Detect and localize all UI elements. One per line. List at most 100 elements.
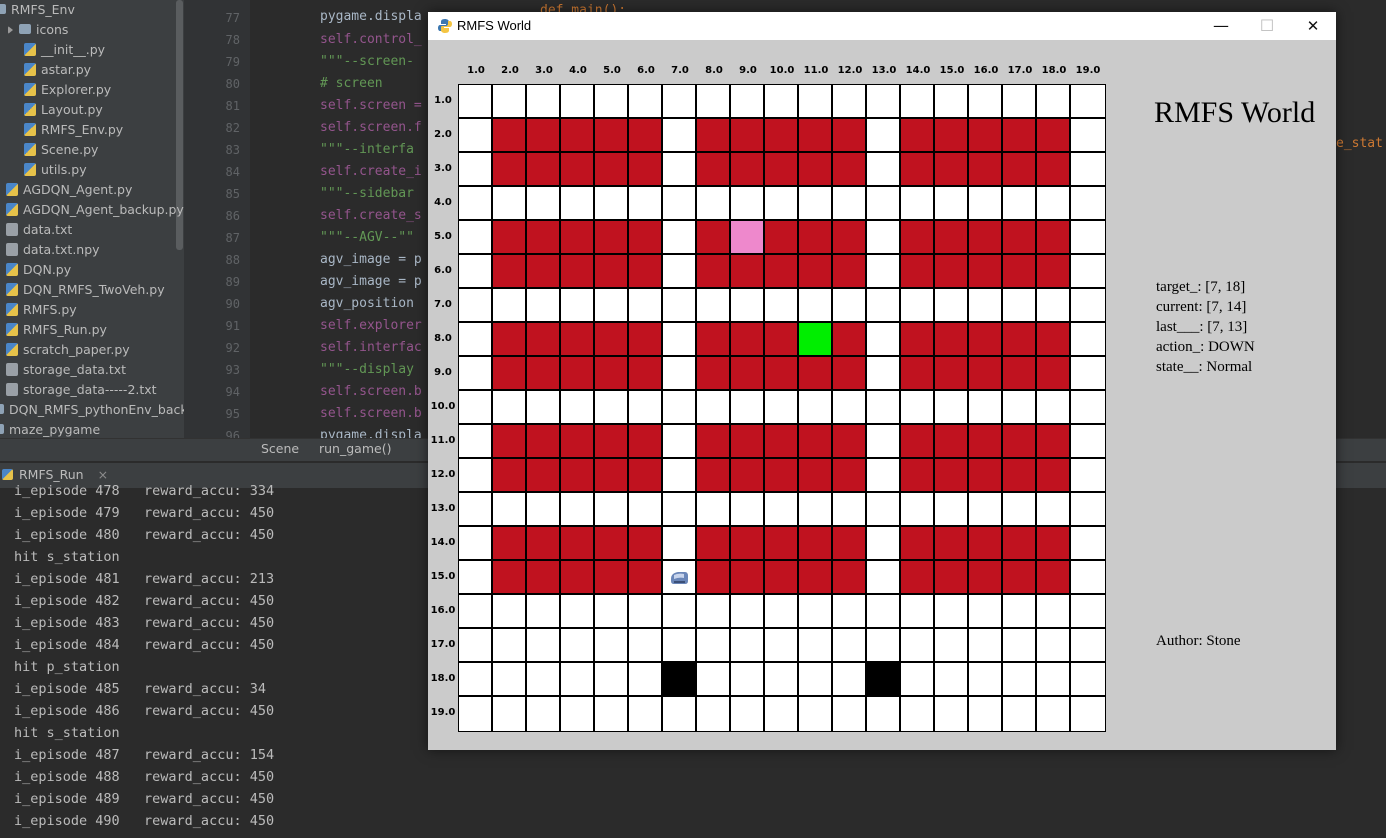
close-button[interactable]: ✕ bbox=[1290, 12, 1336, 40]
tree-item-label: Scene.py bbox=[41, 142, 99, 157]
empty-cell bbox=[629, 663, 663, 697]
empty-cell bbox=[697, 697, 731, 731]
tree-item[interactable]: AGDQN_Agent.py bbox=[6, 180, 132, 200]
shelf-cell bbox=[697, 221, 731, 255]
tree-item[interactable]: storage_data-----2.txt bbox=[6, 380, 157, 400]
empty-cell bbox=[833, 697, 867, 731]
tree-item[interactable]: data.txt.npy bbox=[6, 240, 100, 260]
empty-cell bbox=[1071, 221, 1105, 255]
python-file-icon bbox=[6, 323, 18, 336]
column-label: 6.0 bbox=[637, 65, 655, 76]
empty-cell bbox=[459, 119, 493, 153]
tree-item[interactable]: Layout.py bbox=[24, 100, 103, 120]
shelf-cell bbox=[901, 425, 935, 459]
empty-cell bbox=[629, 493, 663, 527]
empty-cell bbox=[867, 289, 901, 323]
row-label: 19.0 bbox=[430, 707, 456, 718]
code-line: self.screen.b bbox=[320, 384, 422, 399]
tree-item-label: DQN_RMFS_TwoVeh.py bbox=[23, 282, 165, 297]
shelf-cell bbox=[561, 527, 595, 561]
shelf-cell bbox=[629, 221, 663, 255]
shelf-cell bbox=[833, 119, 867, 153]
shelf-cell bbox=[527, 255, 561, 289]
shelf-cell bbox=[1037, 561, 1071, 595]
empty-cell bbox=[1037, 391, 1071, 425]
empty-cell bbox=[459, 493, 493, 527]
tree-item[interactable]: RMFS_Run.py bbox=[6, 320, 107, 340]
tree-item[interactable]: AGDQN_Agent_backup.py bbox=[6, 200, 184, 220]
tree-item[interactable]: RMFS.py bbox=[6, 300, 77, 320]
pygame-window[interactable]: RMFS World — ☐ ✕ 1.0 2.0 3.0 4.0 5.0 6.0 7.0 8.… bbox=[428, 12, 1336, 750]
window-title: RMFS World bbox=[457, 18, 532, 33]
column-label: 9.0 bbox=[739, 65, 757, 76]
breadcrumb-item-scene[interactable]: Scene bbox=[261, 438, 299, 460]
game-canvas[interactable]: 1.0 2.0 3.0 4.0 5.0 6.0 7.0 8.0 9.0 10.0 11.0 12.0 1… bbox=[428, 40, 1336, 750]
shelf-cell bbox=[697, 561, 731, 595]
empty-cell bbox=[1071, 153, 1105, 187]
shelf-cell bbox=[493, 425, 527, 459]
empty-cell bbox=[901, 663, 935, 697]
empty-cell bbox=[901, 391, 935, 425]
shelf-cell bbox=[833, 459, 867, 493]
tree-item[interactable]: Explorer.py bbox=[24, 80, 111, 100]
empty-cell bbox=[833, 391, 867, 425]
shelf-cell bbox=[901, 459, 935, 493]
empty-cell bbox=[833, 663, 867, 697]
window-titlebar[interactable]: RMFS World — ☐ ✕ bbox=[428, 12, 1336, 40]
breadcrumb-item-run-game[interactable]: run_game() bbox=[319, 438, 391, 460]
python-file-icon bbox=[24, 83, 36, 96]
shelf-cell bbox=[969, 459, 1003, 493]
empty-cell bbox=[1037, 595, 1071, 629]
empty-cell bbox=[799, 629, 833, 663]
tree-item[interactable]: Scene.py bbox=[24, 140, 98, 160]
tree-item[interactable]: RMFS_Env bbox=[0, 0, 75, 20]
shelf-cell bbox=[731, 119, 765, 153]
tree-item[interactable]: storage_data.txt bbox=[6, 360, 126, 380]
tree-item[interactable]: icons bbox=[8, 20, 68, 40]
tree-item[interactable]: astar.py bbox=[24, 60, 91, 80]
empty-cell bbox=[663, 289, 697, 323]
shelf-cell bbox=[493, 255, 527, 289]
empty-cell bbox=[697, 493, 731, 527]
tree-item-label: Layout.py bbox=[41, 102, 103, 117]
empty-cell bbox=[595, 595, 629, 629]
maximize-button[interactable]: ☐ bbox=[1244, 12, 1290, 40]
tree-item[interactable]: DQN_RMFS_pythonEnv_backup bbox=[0, 400, 203, 420]
tree-item[interactable]: utils.py bbox=[24, 160, 87, 180]
tree-item[interactable]: scratch_paper.py bbox=[6, 340, 130, 360]
shelf-cell bbox=[527, 153, 561, 187]
empty-cell bbox=[595, 697, 629, 731]
expand-arrow-icon[interactable] bbox=[8, 26, 13, 34]
empty-cell bbox=[867, 255, 901, 289]
empty-cell bbox=[663, 187, 697, 221]
tree-item[interactable]: __init__.py bbox=[24, 40, 105, 60]
shelf-cell bbox=[697, 527, 731, 561]
console-line: i_episode 480 reward_accu: 450 bbox=[14, 527, 275, 543]
console-line: i_episode 482 reward_accu: 450 bbox=[14, 593, 275, 609]
empty-cell bbox=[493, 493, 527, 527]
tree-item[interactable]: data.txt bbox=[6, 220, 72, 240]
info-state: state__: Normal bbox=[1156, 359, 1253, 375]
tree-item[interactable]: DQN.py bbox=[6, 260, 71, 280]
column-label: 10.0 bbox=[769, 65, 795, 76]
empty-cell bbox=[493, 85, 527, 119]
minimize-button[interactable]: — bbox=[1198, 12, 1244, 40]
shelf-cell bbox=[969, 255, 1003, 289]
empty-cell bbox=[527, 697, 561, 731]
tree-item[interactable]: RMFS_Env.py bbox=[24, 120, 123, 140]
empty-cell bbox=[969, 697, 1003, 731]
empty-cell bbox=[629, 391, 663, 425]
tree-item[interactable]: maze_pygame bbox=[0, 420, 100, 440]
shelf-cell bbox=[799, 561, 833, 595]
empty-cell bbox=[459, 425, 493, 459]
empty-cell bbox=[1003, 663, 1037, 697]
empty-cell bbox=[765, 663, 799, 697]
empty-cell bbox=[935, 85, 969, 119]
code-line: self.screen = bbox=[320, 98, 422, 113]
empty-cell bbox=[833, 85, 867, 119]
shelf-cell bbox=[629, 527, 663, 561]
shelf-cell bbox=[1003, 561, 1037, 595]
tree-item[interactable]: DQN_RMFS_TwoVeh.py bbox=[6, 280, 165, 300]
code-line: self.create_i bbox=[320, 164, 422, 179]
shelf-cell bbox=[629, 255, 663, 289]
